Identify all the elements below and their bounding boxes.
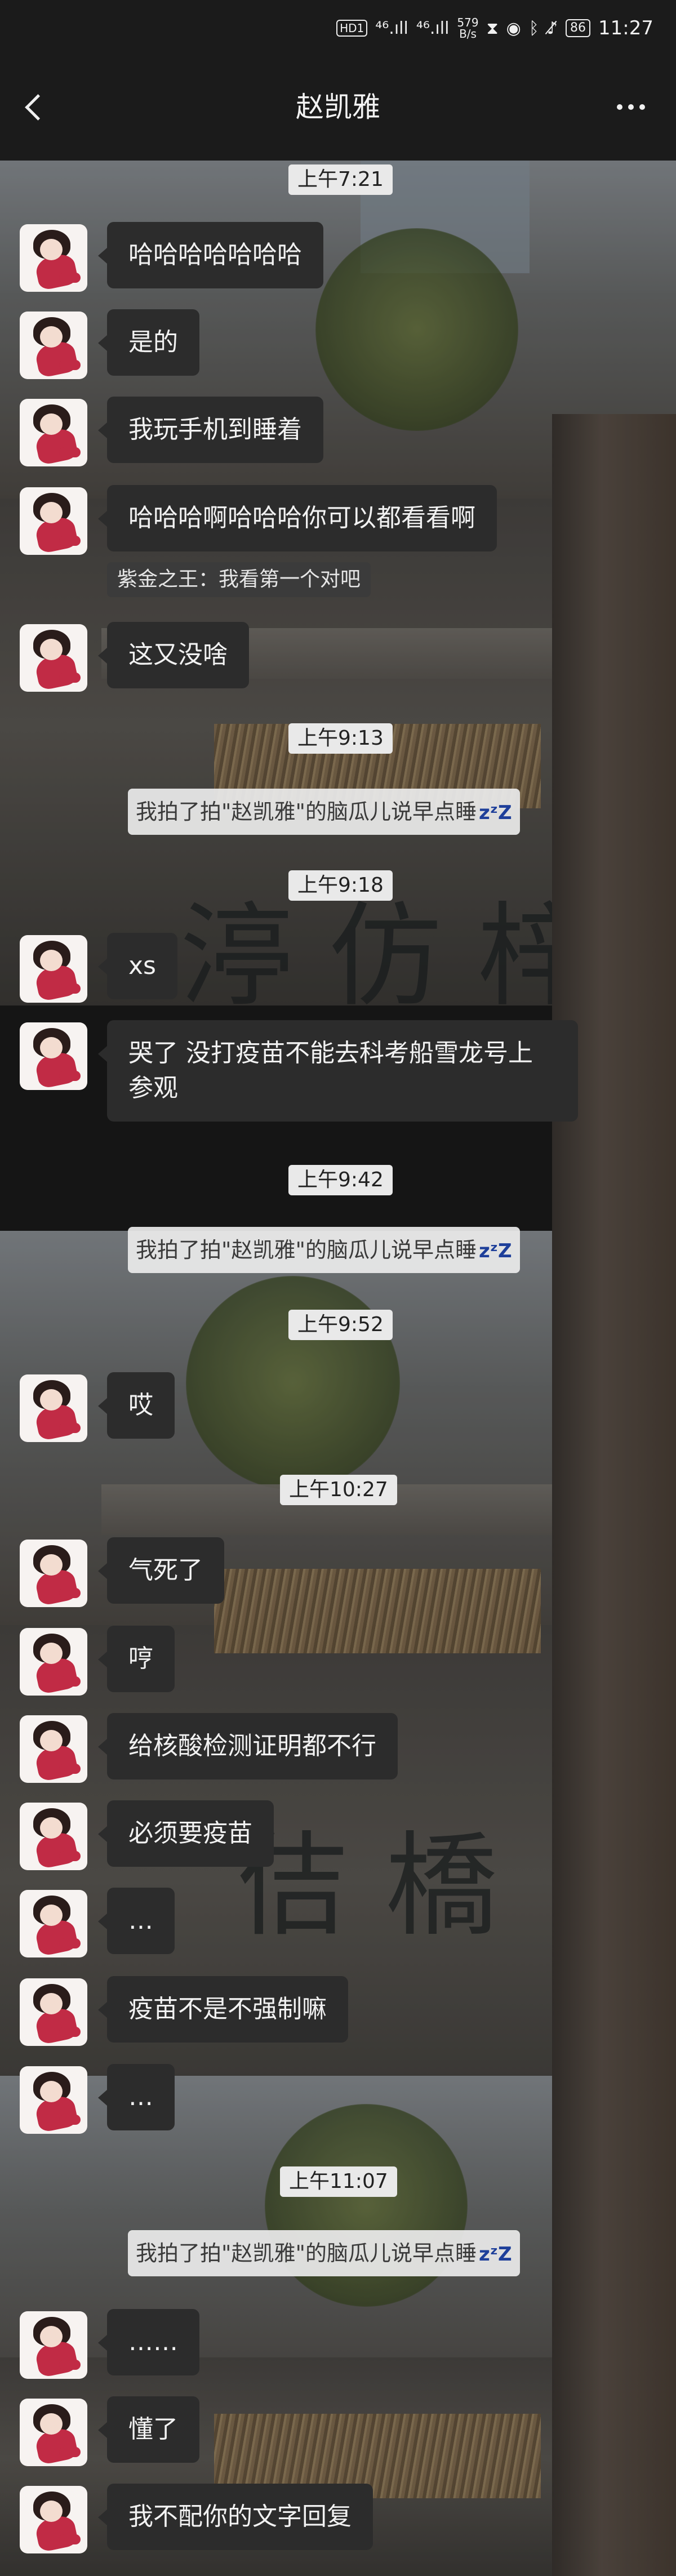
message-bubble[interactable]: … [98,2064,175,2130]
pat-system-message: 我拍了拍"赵凯雅"的脑瓜儿说早点睡 zᶻZ [128,789,520,835]
timestamp: 上午10:27 [280,1475,397,1505]
contact-avatar[interactable] [20,1628,87,1696]
sleeping-zzz-icon: zᶻZ [478,802,512,824]
message-bubble[interactable]: …… [98,2309,199,2375]
contact-avatar[interactable] [20,935,87,1003]
message-bubble[interactable]: … [98,1888,175,1954]
message-bubble[interactable]: xs [98,933,177,999]
cell-signal-1-icon: ⁴⁶.ıll [375,18,408,38]
timestamp: 上午9:18 [288,870,393,901]
more-options-button[interactable] [608,84,653,130]
contact-avatar[interactable] [20,1978,87,2046]
quoted-reply[interactable]: 紫金之王：我看第一个对吧 [107,562,371,597]
contact-avatar[interactable] [20,1803,87,1870]
cell-signal-2-icon: ⁴⁶.ıll [416,18,450,38]
chat-title: 赵凯雅 [296,91,380,123]
network-speed: 579 B/s [457,17,478,39]
contact-avatar[interactable] [20,2486,87,2553]
timestamp: 上午7:21 [288,164,393,195]
message-bubble[interactable]: 我玩手机到睡着 [98,397,323,463]
contact-avatar[interactable] [20,1715,87,1783]
contact-avatar[interactable] [20,224,87,292]
pat-system-message: 我拍了拍"赵凯雅"的脑瓜儿说早点睡 zᶻZ [128,2230,520,2276]
battery-icon: 86 [566,19,591,37]
status-bar: HD1 ⁴⁶.ıll ⁴⁶.ıll 579 B/s ⧗ ◉ ᛒ ♪̸ 86 11… [0,0,676,56]
message-bubble[interactable]: 疫苗不是不强制嘛 [98,1976,348,2043]
pat-message-text: 我拍了拍"赵凯雅"的脑瓜儿说早点睡 [136,1238,477,1262]
hourglass-icon: ⧗ [486,18,499,38]
clock: 11:27 [598,17,653,39]
sleeping-zzz-icon: zᶻZ [478,2243,512,2266]
message-bubble[interactable]: 哈哈哈哈哈哈哈 [98,222,323,288]
message-bubble[interactable]: 给核酸检测证明都不行 [98,1713,398,1779]
contact-avatar[interactable] [20,2311,87,2379]
contact-avatar[interactable] [20,487,87,555]
message-bubble[interactable]: 哼 [98,1626,175,1692]
contact-avatar[interactable] [20,2399,87,2466]
contact-avatar[interactable] [20,1374,87,1442]
contact-avatar[interactable] [20,2066,87,2134]
timestamp: 上午11:07 [280,2166,397,2197]
pat-message-text: 我拍了拍"赵凯雅"的脑瓜儿说早点睡 [136,2241,477,2266]
contact-avatar[interactable] [20,399,87,466]
more-dots-icon [617,104,622,110]
contact-avatar[interactable] [20,1022,87,1090]
hd-badge: HD1 [336,20,368,37]
pat-system-message: 我拍了拍"赵凯雅"的脑瓜儿说早点睡 zᶻZ [128,1227,520,1273]
contact-avatar[interactable] [20,1540,87,1607]
contact-avatar[interactable] [20,624,87,692]
title-bar: 赵凯雅 [0,56,676,161]
mute-icon: ♪̸ [546,18,558,38]
contact-avatar[interactable] [20,312,87,379]
message-bubble[interactable]: 哎 [98,1372,175,1439]
message-bubble[interactable]: 是的 [98,309,199,376]
message-bubble[interactable]: 这又没啥 [98,622,249,688]
timestamp: 上午9:13 [288,723,393,754]
pat-message-text: 我拍了拍"赵凯雅"的脑瓜儿说早点睡 [136,799,477,824]
message-bubble[interactable]: 哈哈哈啊哈哈哈你可以都看看啊 [98,485,497,551]
message-bubble[interactable]: 懂了 [98,2396,199,2463]
timestamp: 上午9:52 [288,1310,393,1340]
eye-icon: ◉ [506,18,521,38]
message-bubble[interactable]: 我不配你的文字回复 [98,2484,373,2550]
message-bubble[interactable]: 必须要疫苗 [98,1800,274,1867]
message-bubble[interactable]: 哭了 没打疫苗不能去科考船雪龙号上参观 [98,1020,578,1122]
timestamp: 上午9:42 [288,1165,393,1195]
sleeping-zzz-icon: zᶻZ [478,1240,512,1262]
contact-avatar[interactable] [20,1890,87,1957]
message-bubble[interactable]: 气死了 [98,1537,224,1604]
bluetooth-icon: ᛒ [528,18,539,38]
network-speed-unit: B/s [459,27,477,41]
